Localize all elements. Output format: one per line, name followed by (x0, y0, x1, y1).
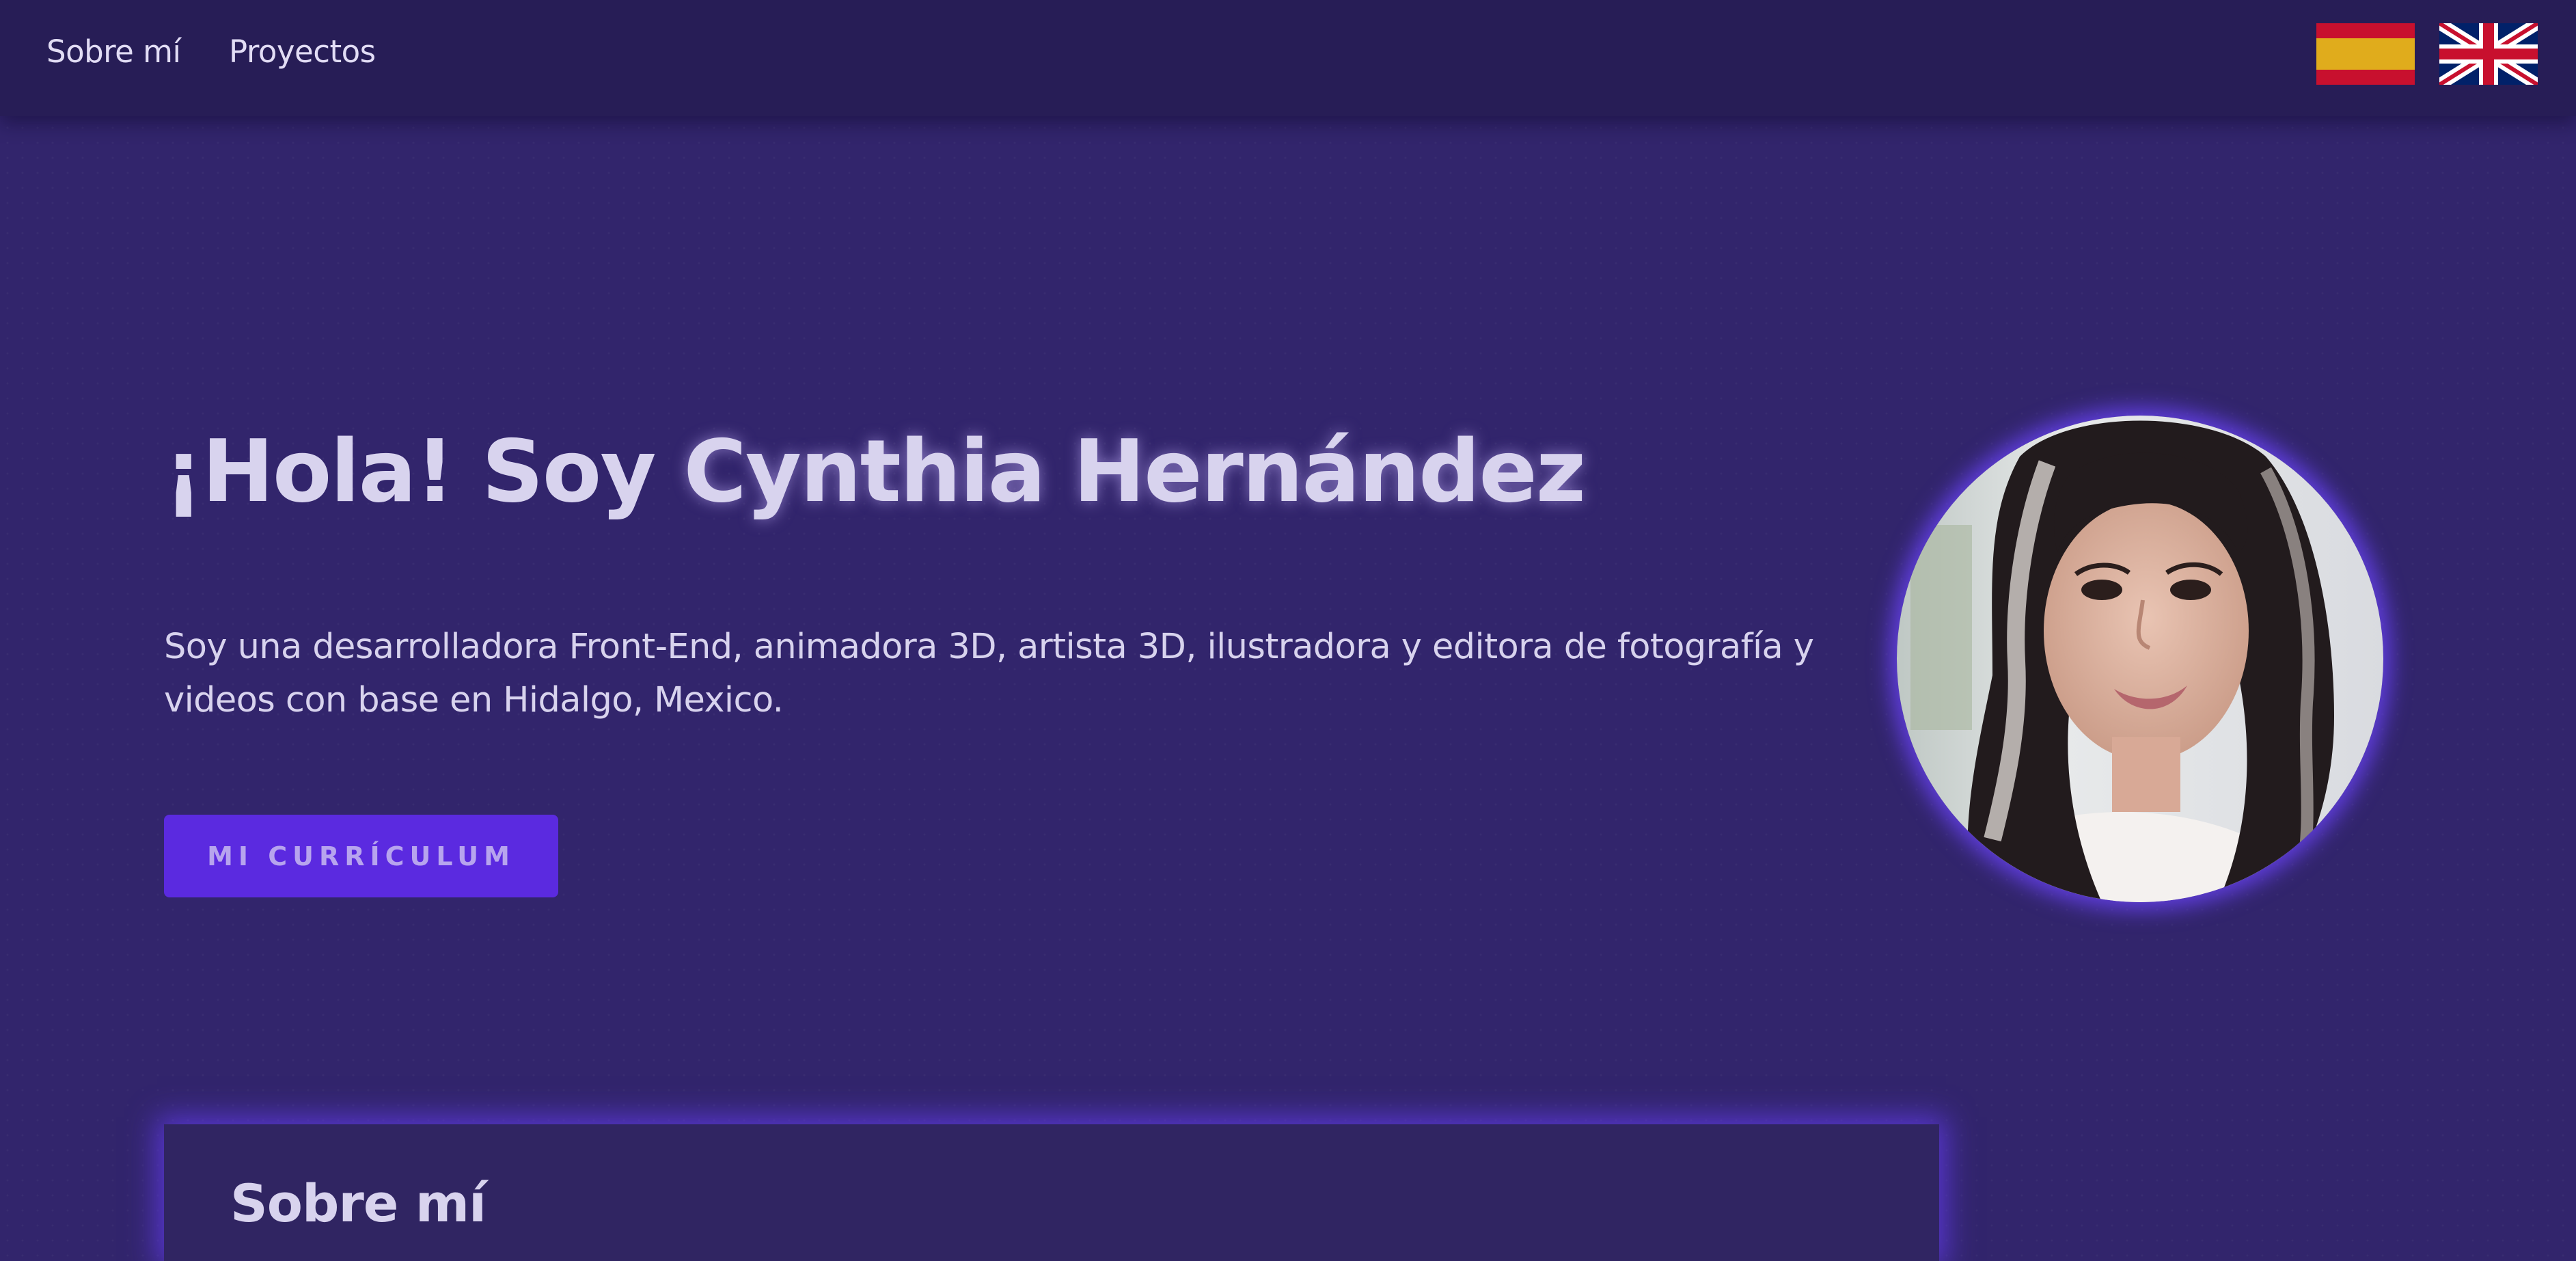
nav-link-proyectos[interactable]: Proyectos (229, 31, 376, 72)
nav-link-sobre-mi[interactable]: Sobre mí (46, 31, 181, 72)
top-navbar: Sobre mí Proyectos (0, 0, 2576, 116)
about-title: Sobre mí (230, 1173, 487, 1234)
avatar (1897, 416, 2383, 902)
hero-title: ¡Hola! Soy Cynthia Hernández (164, 410, 1586, 533)
spain-flag-icon[interactable] (2316, 23, 2415, 85)
hero-description: Soy una desarrolladora Front-End, animad… (164, 627, 1814, 720)
uk-flag-icon[interactable] (2436, 18, 2541, 90)
about-section: Sobre mí (164, 1124, 1939, 1261)
hero-greeting: ¡Hola! Soy (164, 421, 656, 521)
curriculum-button[interactable]: MI CURRÍCULUM (164, 815, 558, 897)
hero-name: Cynthia Hernández (683, 421, 1586, 521)
profile-photo-icon (1897, 416, 2383, 902)
